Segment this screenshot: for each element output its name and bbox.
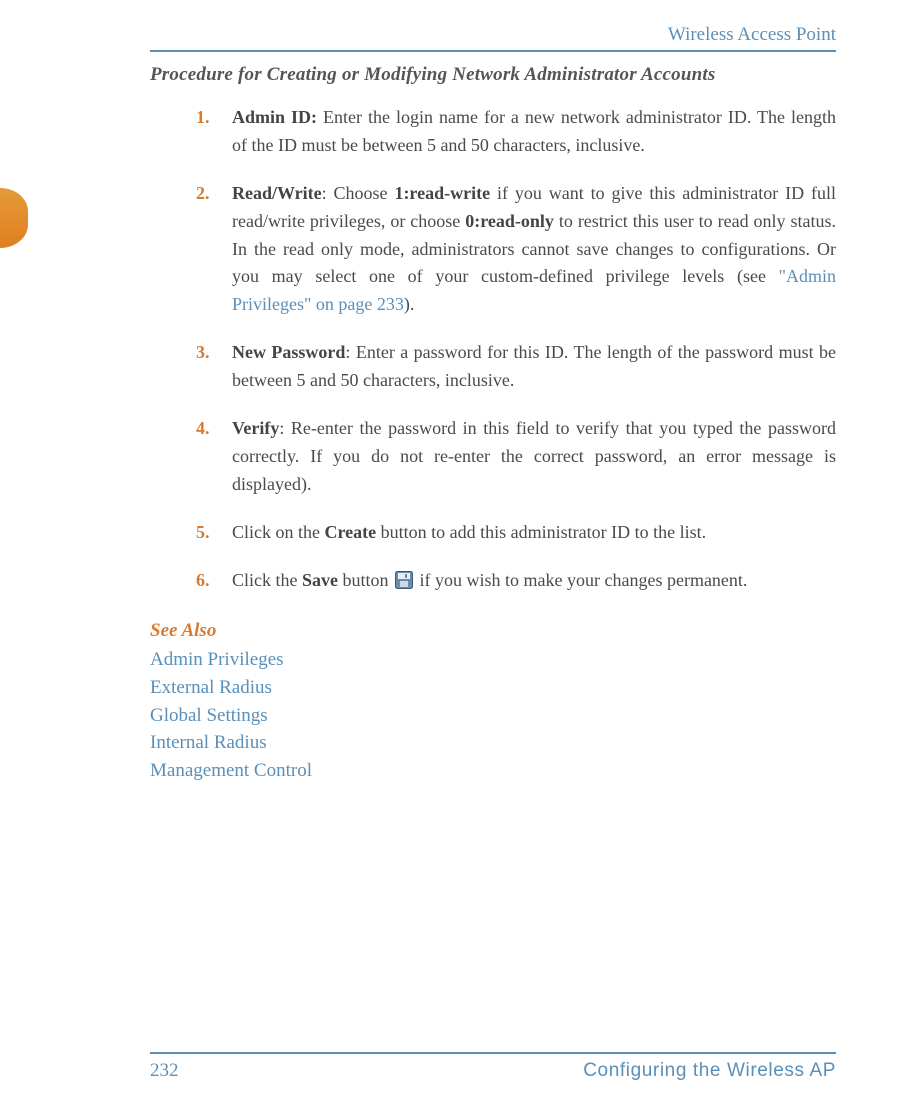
step-body: Admin ID: Enter the login name for a new… xyxy=(232,104,836,160)
step-number: 3. xyxy=(196,339,232,395)
step-body: Read/Write: Choose 1:read-write if you w… xyxy=(232,180,836,319)
step-4: 4. Verify: Re-enter the password in this… xyxy=(196,415,836,499)
step-number: 5. xyxy=(196,519,232,547)
step-label: Read/Write xyxy=(232,183,322,203)
step-text: : Choose xyxy=(322,183,395,203)
step-bold-1: 1:read-write xyxy=(394,183,490,203)
step-label: New Password xyxy=(232,342,345,362)
page-footer: 232 Configuring the Wireless AP xyxy=(150,1052,836,1082)
see-also-global-settings-link[interactable]: Global Settings xyxy=(150,702,836,730)
step-text: Click on the xyxy=(232,522,325,542)
step-body: Click the Save button if you wish to mak… xyxy=(232,567,836,595)
step-text: : Re-enter the password in this field to… xyxy=(232,418,836,494)
step-2: 2. Read/Write: Choose 1:read-write if yo… xyxy=(196,180,836,319)
see-also-external-radius-link[interactable]: External Radius xyxy=(150,674,836,702)
page-number: 232 xyxy=(150,1060,179,1082)
step-bold: Save xyxy=(302,570,338,590)
running-header: Wireless Access Point xyxy=(150,24,836,52)
step-number: 4. xyxy=(196,415,232,499)
section-title: Procedure for Creating or Modifying Netw… xyxy=(150,64,836,86)
step-6: 6. Click the Save button if you wish to … xyxy=(196,567,836,595)
step-text: Enter the login name for a new network a… xyxy=(232,107,836,155)
save-disk-icon xyxy=(395,570,413,588)
see-also-heading: See Also xyxy=(150,620,836,642)
step-5: 5. Click on the Create button to add thi… xyxy=(196,519,836,547)
see-also-management-control-link[interactable]: Management Control xyxy=(150,757,836,785)
step-body: New Password: Enter a password for this … xyxy=(232,339,836,395)
step-text: if you wish to make your changes permane… xyxy=(415,570,747,590)
step-body: Click on the Create button to add this a… xyxy=(232,519,836,547)
step-label: Admin ID: xyxy=(232,107,317,127)
step-number: 1. xyxy=(196,104,232,160)
ordered-list: 1. Admin ID: Enter the login name for a … xyxy=(150,104,836,594)
step-bold-2: 0:read-only xyxy=(465,211,554,231)
step-number: 6. xyxy=(196,567,232,595)
step-1: 1. Admin ID: Enter the login name for a … xyxy=(196,104,836,160)
step-body: Verify: Re-enter the password in this fi… xyxy=(232,415,836,499)
step-3: 3. New Password: Enter a password for th… xyxy=(196,339,836,395)
step-text: button to add this administrator ID to t… xyxy=(376,522,706,542)
see-also-admin-privileges-link[interactable]: Admin Privileges xyxy=(150,646,836,674)
step-text: Click the xyxy=(232,570,302,590)
footer-section-title: Configuring the Wireless AP xyxy=(583,1060,836,1082)
see-also-internal-radius-link[interactable]: Internal Radius xyxy=(150,729,836,757)
step-label: Verify xyxy=(232,418,279,438)
step-bold: Create xyxy=(325,522,377,542)
step-text: button xyxy=(338,570,393,590)
page-container: Wireless Access Point Procedure for Crea… xyxy=(0,0,901,1114)
see-also-links: Admin Privileges External Radius Global … xyxy=(150,646,836,784)
step-number: 2. xyxy=(196,180,232,319)
step-text: ). xyxy=(404,294,415,314)
